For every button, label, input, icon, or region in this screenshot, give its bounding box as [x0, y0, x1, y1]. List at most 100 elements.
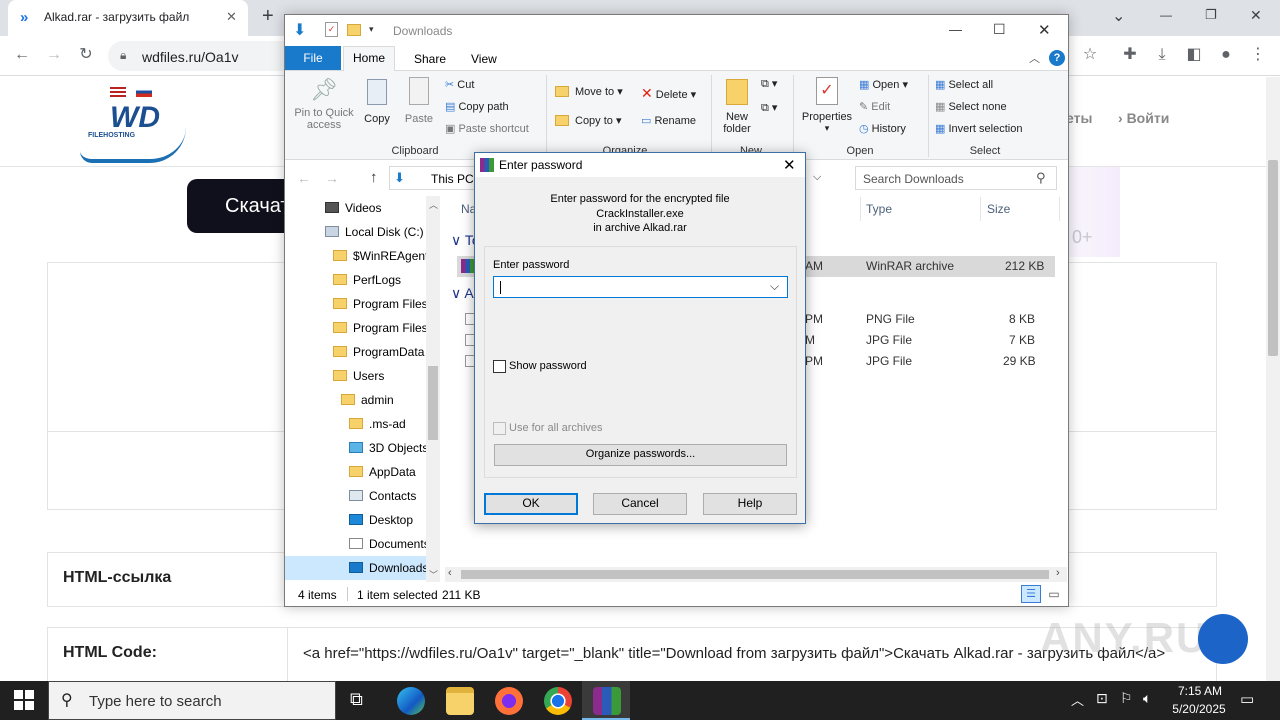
tab-view[interactable]: View	[471, 52, 497, 66]
address-dropdown-icon[interactable]: ⌵	[813, 171, 821, 184]
cancel-button[interactable]: Cancel	[593, 493, 687, 515]
extensions-icon[interactable]: ✚	[1118, 45, 1142, 65]
nav-tree-item[interactable]: Contacts	[285, 484, 440, 508]
copy-to-button[interactable]: Copy to ▾	[555, 114, 622, 127]
nav-tree-item[interactable]: Program Files	[285, 316, 440, 340]
invert-selection-button[interactable]: ▦ Invert selection	[935, 122, 1022, 135]
bookmark-star-icon[interactable]: ☆	[1078, 45, 1102, 65]
side-panel-icon[interactable]: ◧	[1182, 45, 1206, 65]
scroll-down-icon[interactable]: ﹀	[429, 568, 438, 581]
properties-button[interactable]: ✓ Properties ▾	[799, 77, 855, 147]
new-tab-button[interactable]: +	[262, 5, 274, 28]
collapse-ribbon-icon[interactable]: ︿	[1029, 50, 1040, 66]
page-scrollbar-thumb[interactable]	[1268, 160, 1278, 356]
nav-partial[interactable]: еты	[1066, 110, 1092, 126]
password-dropdown-icon[interactable]: ⌵	[770, 279, 779, 294]
large-icons-view-icon[interactable]: ▭	[1045, 585, 1063, 603]
rename-button[interactable]: ▭ Rename	[641, 114, 696, 127]
task-view-icon[interactable]: ⧉	[350, 689, 363, 710]
firefox-icon[interactable]	[495, 687, 523, 715]
forward-icon[interactable]: →	[42, 45, 66, 65]
browser-tab[interactable]: » Alkad.rar - загрузить файл ✕	[8, 0, 248, 36]
tray-time[interactable]: 7:15 AM	[1173, 684, 1227, 698]
move-to-button[interactable]: Move to ▾	[555, 85, 623, 98]
paste-button[interactable]: Paste	[403, 77, 435, 141]
hscroll-right-icon[interactable]: ›	[1056, 567, 1060, 579]
file-list-hscrollbar[interactable]: ‹ ›	[445, 567, 1067, 582]
help-button[interactable]: Help	[703, 493, 797, 515]
nav-tree-item[interactable]: Users	[285, 364, 440, 388]
scroll-up-icon[interactable]: ︿	[429, 198, 438, 211]
nav-tree-item[interactable]: AppData	[285, 460, 440, 484]
flag-us-icon[interactable]	[110, 87, 126, 97]
windows-start-icon[interactable]	[14, 690, 34, 710]
organize-passwords-button[interactable]: Organize passwords...	[494, 444, 787, 466]
tab-home[interactable]: Home	[343, 46, 395, 71]
tray-volume-icon[interactable]: 🔈︎	[1143, 690, 1151, 707]
copy-path-button[interactable]: ▤ Copy path	[445, 100, 509, 113]
nav-tree-item[interactable]: Downloads	[285, 556, 440, 580]
login-link[interactable]: › Войти	[1118, 110, 1169, 126]
tab-share[interactable]: Share	[414, 52, 446, 66]
new-item-button[interactable]: ⧉ ▾	[761, 77, 777, 91]
anyrun-badge-icon[interactable]	[1198, 614, 1248, 664]
group-earlier[interactable]: ∨ A	[451, 285, 474, 302]
edge-icon[interactable]	[397, 687, 425, 715]
profile-icon[interactable]: ●	[1214, 45, 1238, 65]
downloads-icon[interactable]: ⤓	[1150, 45, 1174, 65]
back-icon[interactable]: ←	[10, 45, 34, 65]
dialog-close-icon[interactable]: ✕	[783, 156, 796, 174]
qat-folder-icon[interactable]	[347, 24, 361, 36]
site-logo[interactable]: WD FILEHOSTING	[80, 101, 190, 165]
column-size[interactable]: Size	[987, 202, 1010, 216]
address-bar[interactable]: 🔒︎ wdfiles.ru/Oa1v	[108, 41, 298, 71]
flag-ru-icon[interactable]	[136, 87, 152, 97]
help-icon[interactable]: ?	[1049, 50, 1065, 66]
tray-network-icon[interactable]: ⊡	[1096, 690, 1108, 707]
delete-button[interactable]: ✕ Delete ▾	[641, 85, 696, 102]
restore-icon[interactable]: ❐	[1205, 7, 1217, 23]
history-button[interactable]: ◷ History	[859, 122, 906, 135]
notification-icon[interactable]: ▭	[1240, 690, 1254, 708]
nav-tree-item[interactable]: Local Disk (C:)	[285, 220, 440, 244]
nav-tree-item[interactable]: PerfLogs	[285, 268, 440, 292]
reload-icon[interactable]: ↻	[74, 45, 98, 65]
hscroll-thumb[interactable]	[461, 570, 1049, 579]
search-box[interactable]: Search Downloads ⚲	[855, 166, 1057, 190]
nav-forward-icon[interactable]: →	[325, 170, 339, 186]
taskbar-search-box[interactable]: ⚲ Type here to search	[48, 681, 336, 720]
tray-wifi-icon[interactable]: ⚐	[1120, 690, 1133, 707]
easy-access-button[interactable]: ⧉ ▾	[761, 101, 777, 115]
menu-icon[interactable]: ⋮	[1246, 45, 1270, 65]
tab-file[interactable]: File	[285, 46, 341, 70]
explorer-maximize-icon[interactable]: ☐	[993, 21, 1006, 38]
cut-button[interactable]: ✂ Cut	[445, 78, 474, 91]
nav-tree-item[interactable]: Documents	[285, 532, 440, 556]
tray-date[interactable]: 5/20/2025	[1166, 702, 1232, 716]
select-all-button[interactable]: ▦ Select all	[935, 78, 993, 91]
address-box[interactable]: ⬇ This PC	[389, 166, 475, 190]
copy-button[interactable]: Copy	[361, 77, 393, 141]
close-window-icon[interactable]: ✕	[1250, 7, 1262, 24]
chrome-icon[interactable]	[544, 687, 572, 715]
password-input[interactable]: ⌵	[493, 276, 788, 298]
qat-dropdown-icon[interactable]: ▾	[369, 24, 374, 35]
nav-tree-item[interactable]: admin	[285, 388, 440, 412]
winrar-taskbar-icon[interactable]	[593, 687, 621, 715]
nav-scroll-thumb[interactable]	[428, 366, 438, 440]
nav-tree-item[interactable]: ProgramData	[285, 340, 440, 364]
open-button[interactable]: ▦ Open ▾	[859, 78, 908, 91]
pin-quick-access-button[interactable]: 📌︎ Pin to Quick access	[289, 77, 359, 141]
nav-tree-item[interactable]: Desktop	[285, 508, 440, 532]
ok-button[interactable]: OK	[484, 493, 578, 515]
new-folder-button[interactable]: New folder	[717, 77, 757, 141]
tray-chevron-icon[interactable]: ︿	[1071, 690, 1084, 709]
select-none-button[interactable]: ▦ Select none	[935, 100, 1007, 113]
nav-back-icon[interactable]: ←	[297, 170, 311, 186]
nav-tree-item[interactable]: Videos	[285, 196, 440, 220]
nav-tree-item[interactable]: .ms-ad	[285, 412, 440, 436]
qat-properties-icon[interactable]: ✓	[325, 22, 338, 37]
nav-tree-item[interactable]: $WinREAgent	[285, 244, 440, 268]
details-view-icon[interactable]: ☰	[1021, 585, 1041, 603]
minimize-icon[interactable]: —	[1160, 8, 1172, 22]
